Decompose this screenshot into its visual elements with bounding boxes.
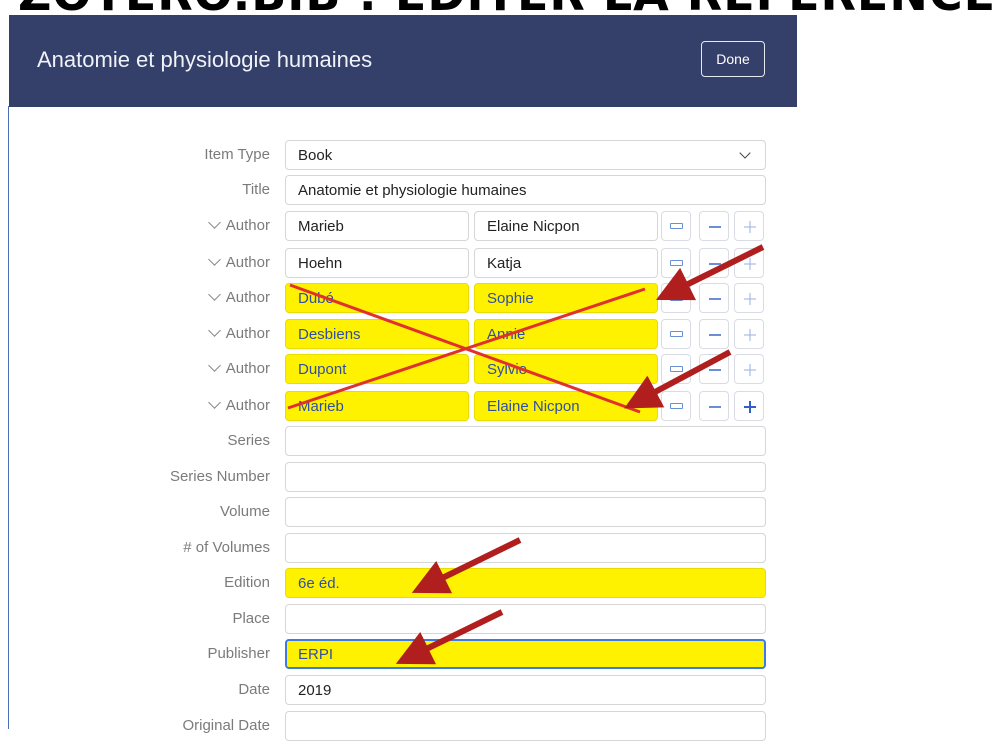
row-volume: Volume <box>0 497 1005 527</box>
done-button[interactable]: Done <box>701 41 765 77</box>
switch-name-format-button[interactable] <box>661 319 691 349</box>
switch-name-format-icon <box>670 260 683 266</box>
minus-icon <box>709 226 721 228</box>
add-author-button[interactable] <box>734 211 764 241</box>
author-row: Author Dupont Sylvie <box>0 354 1005 384</box>
row-title: Title Anatomie et physiologie humaines <box>0 175 1005 205</box>
minus-icon <box>709 263 721 265</box>
remove-author-button[interactable] <box>699 391 729 421</box>
date-label: Date <box>238 681 270 698</box>
minus-icon <box>709 298 721 300</box>
remove-author-button[interactable] <box>699 283 729 313</box>
remove-author-button[interactable] <box>699 354 729 384</box>
original-date-field[interactable] <box>285 711 766 741</box>
row-item-type: Item Type Book <box>0 140 1005 170</box>
author-label[interactable]: Author <box>207 253 270 271</box>
switch-name-format-button[interactable] <box>661 248 691 278</box>
author-label[interactable]: Author <box>207 396 270 414</box>
author-label[interactable]: Author <box>207 324 270 342</box>
switch-name-format-button[interactable] <box>661 283 691 313</box>
edition-label: Edition <box>224 574 270 591</box>
volume-field[interactable] <box>285 497 766 527</box>
date-field[interactable]: 2019 <box>285 675 766 705</box>
place-label: Place <box>232 610 270 627</box>
chevron-down-icon <box>207 288 221 301</box>
page-title: Anatomie et physiologie humaines <box>37 47 373 72</box>
chevron-down-icon <box>207 324 221 337</box>
series-label: Series <box>227 432 270 449</box>
author-row: Author Hoehn Katja <box>0 248 1005 278</box>
remove-author-button[interactable] <box>699 319 729 349</box>
author-row: Author Marieb Elaine Nicpon <box>0 391 1005 421</box>
chevron-down-icon <box>207 359 221 372</box>
title-label: Title <box>242 181 270 198</box>
author-label[interactable]: Author <box>207 359 270 377</box>
switch-name-format-button[interactable] <box>661 211 691 241</box>
series-number-field[interactable] <box>285 462 766 492</box>
minus-icon <box>709 334 721 336</box>
item-type-select[interactable]: Book <box>285 140 766 170</box>
item-type-value: Book <box>298 147 333 164</box>
series-field[interactable] <box>285 426 766 456</box>
author-last-name-field[interactable]: Marieb <box>285 391 469 421</box>
switch-name-format-icon <box>670 295 683 301</box>
add-author-button[interactable] <box>734 248 764 278</box>
author-label[interactable]: Author <box>207 288 270 306</box>
volume-label: Volume <box>219 503 270 520</box>
publisher-field[interactable]: ERPI <box>285 639 766 669</box>
add-author-button[interactable] <box>734 283 764 313</box>
author-first-name-field[interactable]: Sophie <box>474 283 658 313</box>
chevron-down-icon <box>739 147 751 159</box>
chevron-down-icon <box>207 216 221 229</box>
row-original-date: Original Date <box>0 711 1005 741</box>
minus-icon <box>709 406 721 408</box>
chevron-down-icon <box>207 396 221 409</box>
add-author-button[interactable] <box>734 391 764 421</box>
minus-icon <box>709 369 721 371</box>
row-series-number: Series Number <box>0 462 1005 492</box>
switch-name-format-icon <box>670 223 683 229</box>
num-volumes-field[interactable] <box>285 533 766 563</box>
row-edition: Edition 6e éd. <box>0 568 1005 598</box>
author-first-name-field[interactable]: Elaine Nicpon <box>474 211 658 241</box>
author-last-name-field[interactable]: Dubé <box>285 283 469 313</box>
switch-name-format-button[interactable] <box>661 354 691 384</box>
author-first-name-field[interactable]: Annie <box>474 319 658 349</box>
row-place: Place <box>0 604 1005 634</box>
switch-name-format-icon <box>670 366 683 372</box>
remove-author-button[interactable] <box>699 248 729 278</box>
switch-name-format-button[interactable] <box>661 391 691 421</box>
row-series: Series <box>0 426 1005 456</box>
editor-header: Anatomie et physiologie humaines Done <box>9 15 797 107</box>
author-row: Author Marieb Elaine Nicpon <box>0 211 1005 241</box>
num-volumes-label: # of Volumes <box>183 539 270 556</box>
author-last-name-field[interactable]: Desbiens <box>285 319 469 349</box>
original-date-label: Original Date <box>182 717 270 734</box>
author-first-name-field[interactable]: Katja <box>474 248 658 278</box>
item-type-label: Item Type <box>204 146 270 163</box>
author-first-name-field[interactable]: Elaine Nicpon <box>474 391 658 421</box>
author-last-name-field[interactable]: Hoehn <box>285 248 469 278</box>
edition-field[interactable]: 6e éd. <box>285 568 766 598</box>
series-number-label: Series Number <box>169 468 270 485</box>
publisher-label: Publisher <box>207 645 270 662</box>
author-row: Author Dubé Sophie <box>0 283 1005 313</box>
add-author-button[interactable] <box>734 319 764 349</box>
author-row: Author Desbiens Annie <box>0 319 1005 349</box>
row-num-volumes: # of Volumes <box>0 533 1005 563</box>
author-last-name-field[interactable]: Dupont <box>285 354 469 384</box>
place-field[interactable] <box>285 604 766 634</box>
title-field[interactable]: Anatomie et physiologie humaines <box>285 175 766 205</box>
author-first-name-field[interactable]: Sylvie <box>474 354 658 384</box>
switch-name-format-icon <box>670 331 683 337</box>
remove-author-button[interactable] <box>699 211 729 241</box>
row-publisher: Publisher ERPI <box>0 639 1005 669</box>
chevron-down-icon <box>207 253 221 266</box>
add-author-button[interactable] <box>734 354 764 384</box>
switch-name-format-icon <box>670 403 683 409</box>
row-date: Date 2019 <box>0 675 1005 705</box>
author-last-name-field[interactable]: Marieb <box>285 211 469 241</box>
author-label[interactable]: Author <box>207 216 270 234</box>
